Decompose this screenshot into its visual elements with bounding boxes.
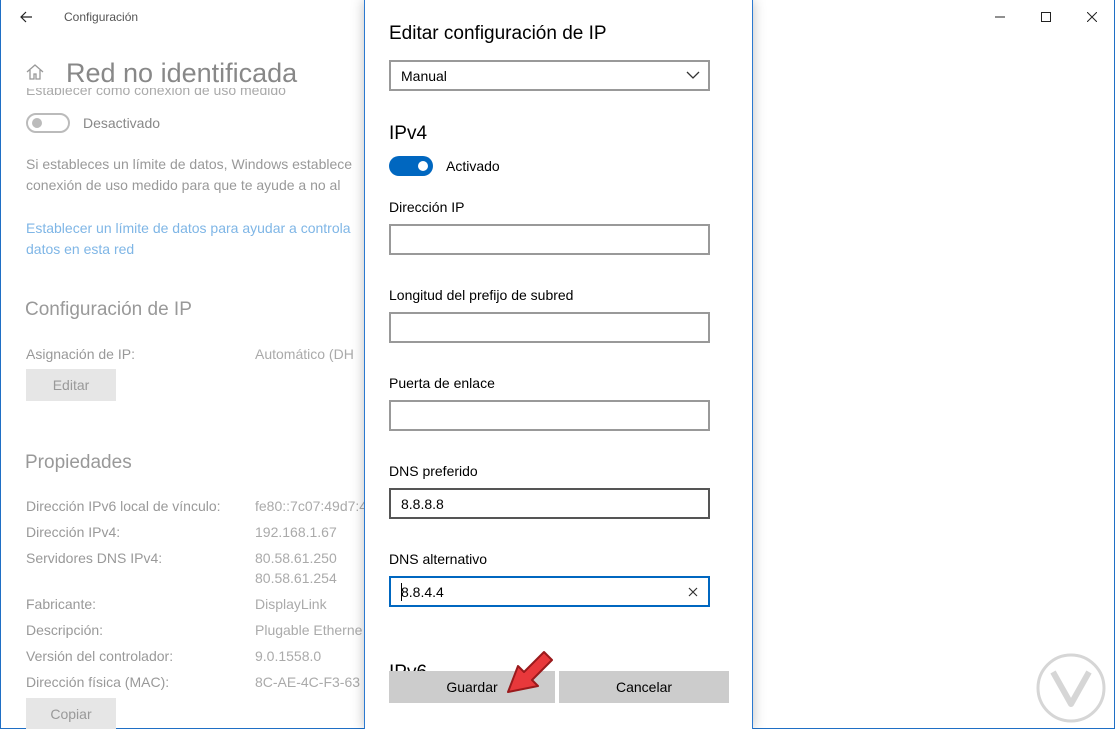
ipv4-address-label: Dirección IPv4: — [26, 524, 121, 540]
driver-version-value: 9.0.1558.0 — [255, 648, 322, 664]
ipv4-toggle[interactable] — [389, 156, 433, 176]
dns-server-1-value: 80.58.61.250 — [255, 550, 337, 566]
settings-window: Configuración Red no identificada Establ… — [0, 0, 1115, 729]
ipv6-link-local-value: fe80::7c07:49d7:4 — [255, 498, 365, 514]
dns-server-2-value: 80.58.61.254 — [255, 570, 337, 586]
subnet-prefix-field[interactable] — [389, 312, 710, 343]
ip-address-field[interactable] — [389, 224, 710, 255]
edit-button[interactable]: Editar — [26, 369, 116, 401]
maximize-icon — [1041, 12, 1051, 22]
site-logo-icon — [1036, 653, 1106, 723]
ipv6-link-local-label: Dirección IPv6 local de vínculo: — [26, 498, 221, 514]
copy-button[interactable]: Copiar — [26, 698, 116, 729]
maximize-button[interactable] — [1023, 0, 1069, 34]
properties-heading: Propiedades — [25, 452, 132, 473]
ip-settings-heading: Configuración de IP — [25, 299, 192, 320]
preferred-dns-value: 8.8.8.8 — [401, 496, 444, 512]
edit-ip-dialog: Editar configuración de IP Manual IPv4 A… — [364, 0, 753, 729]
minimize-icon — [995, 16, 1005, 18]
gateway-field[interactable] — [389, 400, 710, 431]
ip-mode-value: Manual — [401, 68, 447, 84]
chevron-down-icon — [686, 71, 700, 79]
home-icon[interactable] — [25, 62, 45, 82]
alternate-dns-field[interactable]: 8.8.4.4 — [389, 576, 710, 607]
dialog-title: Editar configuración de IP — [389, 23, 607, 44]
ip-address-label: Dirección IP — [389, 199, 465, 215]
page-title: Red no identificada — [66, 58, 298, 88]
manufacturer-label: Fabricante: — [26, 596, 97, 612]
metered-toggle-state: Desactivado — [83, 115, 161, 131]
gateway-label: Puerta de enlace — [389, 375, 495, 391]
dns-servers-label: Servidores DNS IPv4: — [26, 550, 163, 566]
clear-icon[interactable] — [686, 585, 700, 599]
app-title: Configuración — [64, 10, 139, 24]
ip-mode-select[interactable]: Manual — [389, 60, 710, 91]
manufacturer-value: DisplayLink — [255, 596, 327, 612]
pointer-arrow-icon — [507, 651, 553, 693]
subnet-prefix-label: Longitud del prefijo de subred — [389, 287, 574, 303]
driver-version-label: Versión del controlador: — [26, 648, 174, 664]
preferred-dns-label: DNS preferido — [389, 463, 478, 479]
close-button[interactable] — [1069, 0, 1115, 34]
preferred-dns-field[interactable]: 8.8.8.8 — [389, 488, 710, 519]
back-button[interactable] — [13, 6, 39, 28]
mac-address-label: Dirección física (MAC): — [26, 674, 170, 690]
arrow-left-icon — [20, 11, 32, 23]
close-icon — [1087, 12, 1097, 22]
alternate-dns-value: 8.8.4.4 — [401, 584, 444, 600]
description-label: Descripción: — [26, 622, 104, 638]
ipv4-heading: IPv4 — [389, 123, 428, 144]
metered-connection-toggle[interactable] — [26, 113, 70, 133]
ip-assignment-value: Automático (DH — [255, 346, 354, 362]
data-limit-description: Si estableces un límite de datos, Window… — [26, 156, 353, 193]
ipv4-address-value: 192.168.1.67 — [255, 524, 337, 540]
mac-address-value: 8C-AE-4C-F3-63 — [255, 674, 361, 690]
minimize-button[interactable] — [977, 0, 1023, 34]
alternate-dns-label: DNS alternativo — [389, 551, 488, 567]
description-value: Plugable Etherne — [255, 622, 363, 638]
metered-connection-label: Establecer como conexión de uso medido — [26, 88, 286, 98]
cancel-button[interactable]: Cancelar — [559, 671, 729, 703]
ipv4-toggle-state: Activado — [446, 158, 500, 174]
ip-assignment-label: Asignación de IP: — [26, 346, 135, 362]
data-limit-link[interactable]: Establecer un límite de datos para ayuda… — [26, 218, 386, 260]
